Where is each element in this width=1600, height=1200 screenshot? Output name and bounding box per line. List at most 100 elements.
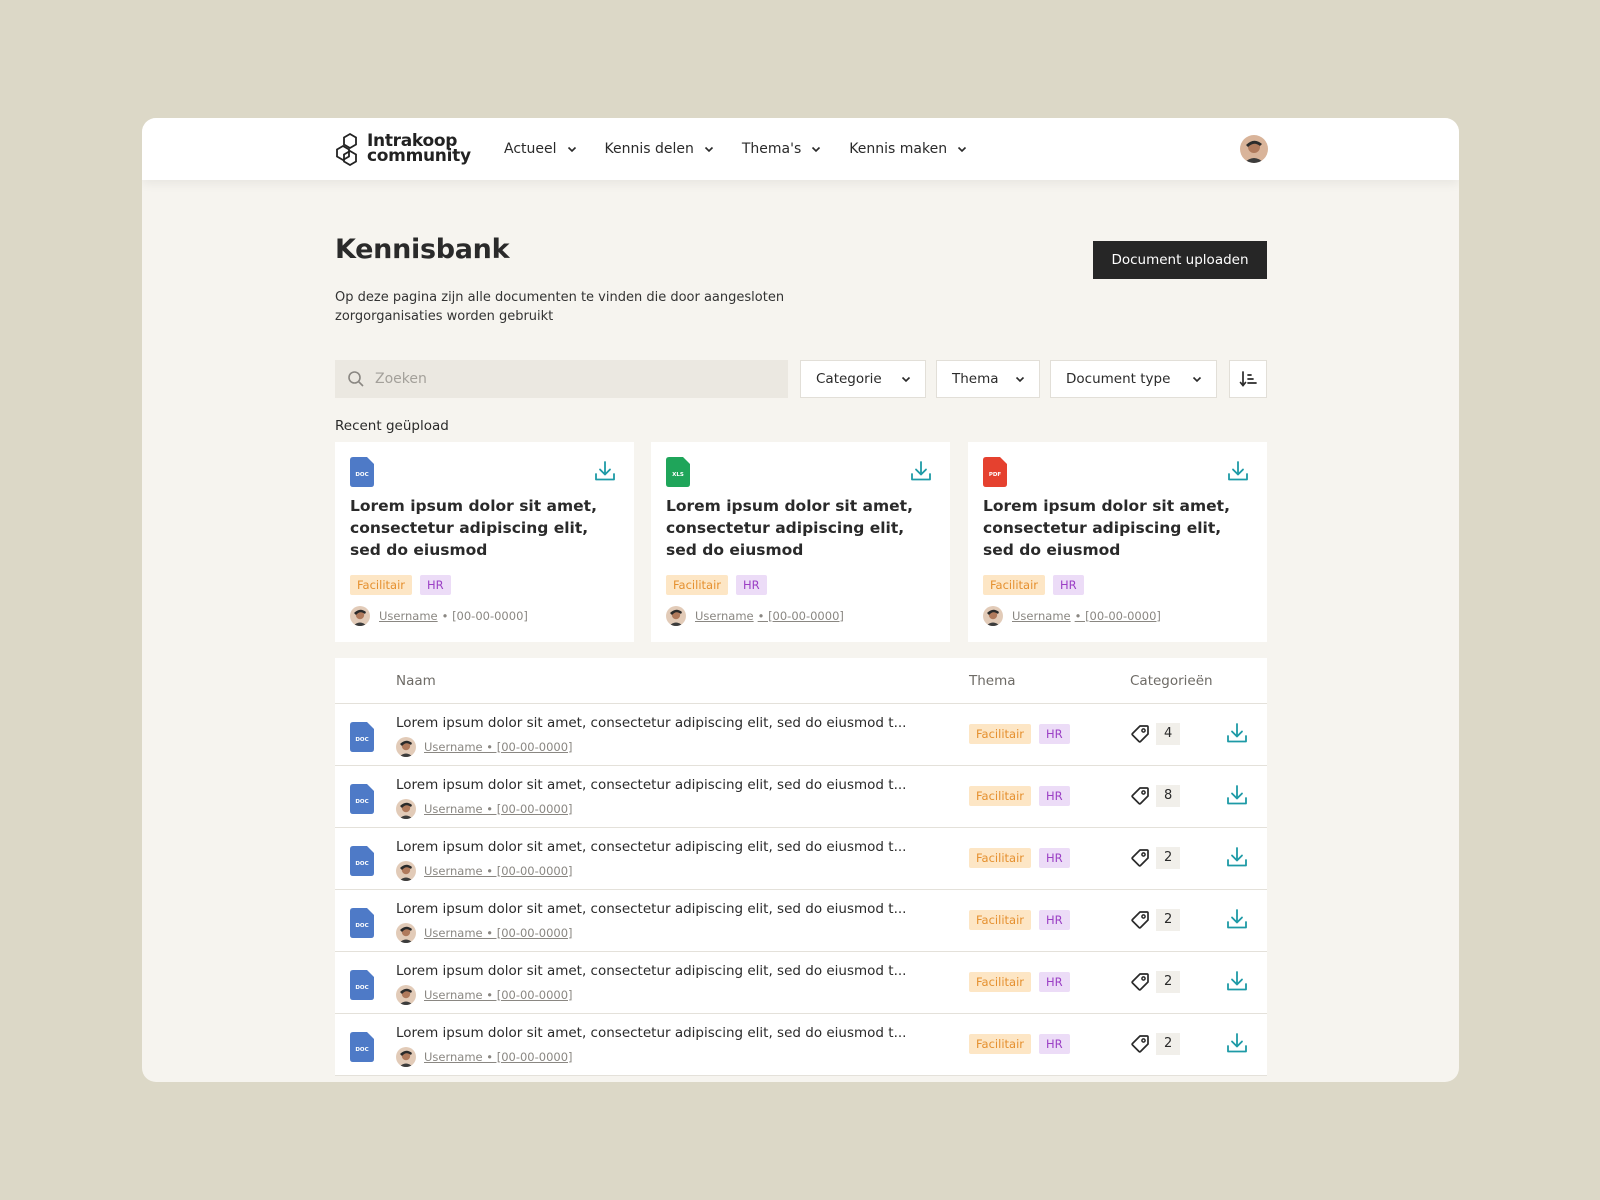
card-title[interactable]: Lorem ipsum dolor sit amet, consectetur …	[350, 495, 612, 561]
user-avatar[interactable]	[1240, 135, 1268, 163]
tag-icon	[1131, 725, 1149, 743]
tag-facilitair[interactable]: Facilitair	[969, 848, 1031, 868]
username-date-link[interactable]: Username • [00-00-0000]	[424, 740, 573, 754]
row-title[interactable]: Lorem ipsum dolor sit amet, consectetur …	[396, 839, 931, 855]
download-icon[interactable]	[594, 460, 616, 482]
tag-hr[interactable]: HR	[1039, 972, 1070, 992]
card-title[interactable]: Lorem ipsum dolor sit amet, consectetur …	[666, 495, 928, 561]
table-row[interactable]: DOC Lorem ipsum dolor sit amet, consectet…	[335, 890, 1267, 952]
row-title[interactable]: Lorem ipsum dolor sit amet, consectetur …	[396, 901, 931, 917]
table-row[interactable]: DOC Lorem ipsum dolor sit amet, consectet…	[335, 766, 1267, 828]
download-icon[interactable]	[1226, 784, 1248, 806]
username-date-link[interactable]: Username • [00-00-0000]	[424, 864, 573, 878]
row-title[interactable]: Lorem ipsum dolor sit amet, consectetur …	[396, 715, 931, 731]
username-link[interactable]: Username	[1012, 609, 1071, 623]
tag-hr[interactable]: HR	[420, 575, 451, 595]
username-date-link[interactable]: Username • [00-00-0000]	[424, 1050, 573, 1064]
recent-card[interactable]: DOC Lorem ipsum dolor sit amet, consecte…	[335, 442, 634, 642]
tag-facilitair[interactable]: Facilitair	[666, 575, 728, 595]
tag-hr[interactable]: HR	[1039, 910, 1070, 930]
nav-item-kennis-delen[interactable]: Kennis delen	[605, 141, 714, 157]
username-date-link[interactable]: Username • [00-00-0000]	[424, 988, 573, 1002]
row-categories[interactable]: 2	[1130, 847, 1181, 869]
download-icon[interactable]	[1226, 908, 1248, 930]
recent-card[interactable]: PDF Lorem ipsum dolor sit amet, consecte…	[968, 442, 1267, 642]
nav-menu: Actueel Kennis delen Thema's Kennis make…	[504, 118, 995, 180]
row-meta: Username • [00-00-0000]	[396, 737, 573, 757]
column-header-categorieen[interactable]: Categorieën	[1130, 673, 1213, 689]
tag-hr[interactable]: HR	[1039, 848, 1070, 868]
doc-file-icon: DOC	[350, 970, 374, 1000]
row-title[interactable]: Lorem ipsum dolor sit amet, consectetur …	[396, 777, 931, 793]
row-categories[interactable]: 2	[1130, 909, 1181, 931]
tag-facilitair[interactable]: Facilitair	[969, 1034, 1031, 1054]
filter-categorie-dropdown[interactable]: Categorie	[800, 360, 926, 398]
document-upload-button[interactable]: Document uploaden	[1093, 241, 1267, 279]
pdf-file-icon: PDF	[983, 457, 1007, 487]
file-type-label: DOC	[355, 923, 368, 929]
username-date-link[interactable]: Username • [00-00-0000]	[424, 926, 573, 940]
filter-document-type-dropdown[interactable]: Document type	[1050, 360, 1217, 398]
tag-hr[interactable]: HR	[1039, 724, 1070, 744]
row-title[interactable]: Lorem ipsum dolor sit amet, consectetur …	[396, 1025, 931, 1041]
nav-item-label: Kennis delen	[604, 141, 694, 157]
file-type-label: DOC	[355, 1047, 368, 1053]
card-meta: Username • [00-00-0000]	[350, 606, 528, 626]
tag-facilitair[interactable]: Facilitair	[969, 786, 1031, 806]
tag-facilitair[interactable]: Facilitair	[969, 972, 1031, 992]
table-row[interactable]: DOC Lorem ipsum dolor sit amet, consectet…	[335, 704, 1267, 766]
nav-item-actueel[interactable]: Actueel	[504, 141, 577, 157]
card-meta: Username • [00-00-0000]	[983, 606, 1161, 626]
row-title[interactable]: Lorem ipsum dolor sit amet, consectetur …	[396, 963, 931, 979]
download-icon[interactable]	[1227, 460, 1249, 482]
column-header-naam[interactable]: Naam	[396, 673, 436, 689]
row-meta: Username • [00-00-0000]	[396, 799, 573, 819]
upload-date: • [00-00-0000]	[1074, 609, 1161, 623]
filter-label: Thema	[952, 371, 999, 387]
tag-hr[interactable]: HR	[1039, 786, 1070, 806]
logo[interactable]: Intrakoop community	[335, 132, 471, 166]
row-categories[interactable]: 2	[1130, 1033, 1181, 1055]
nav-item-themas[interactable]: Thema's	[742, 141, 821, 157]
sort-button[interactable]	[1229, 360, 1267, 398]
tag-facilitair[interactable]: Facilitair	[969, 910, 1031, 930]
category-count: 4	[1156, 723, 1181, 745]
table-row[interactable]: DOC Lorem ipsum dolor sit amet, consectet…	[335, 952, 1267, 1014]
tag-hr[interactable]: HR	[736, 575, 767, 595]
file-type-label: DOC	[355, 985, 368, 991]
download-icon[interactable]	[1226, 846, 1248, 868]
username-link[interactable]: Username	[379, 609, 438, 623]
download-icon[interactable]	[1226, 970, 1248, 992]
table-row[interactable]: DOC Lorem ipsum dolor sit amet, consectet…	[335, 1014, 1267, 1076]
logo-text: Intrakoop community	[367, 133, 471, 166]
avatar	[396, 861, 416, 881]
avatar-image	[1240, 135, 1268, 163]
download-icon[interactable]	[1226, 722, 1248, 744]
tag-hr[interactable]: HR	[1053, 575, 1084, 595]
tag-hr[interactable]: HR	[1039, 1034, 1070, 1054]
download-icon[interactable]	[1226, 1032, 1248, 1054]
doc-file-icon: DOC	[350, 908, 374, 938]
filter-label: Categorie	[816, 371, 882, 387]
download-icon[interactable]	[910, 460, 932, 482]
row-categories[interactable]: 4	[1130, 723, 1181, 745]
row-categories[interactable]: 8	[1130, 785, 1181, 807]
table-body: DOC Lorem ipsum dolor sit amet, consectet…	[335, 704, 1267, 1076]
column-header-thema[interactable]: Thema	[969, 673, 1016, 689]
tag-facilitair[interactable]: Facilitair	[350, 575, 412, 595]
filter-thema-dropdown[interactable]: Thema	[936, 360, 1040, 398]
search-input[interactable]	[373, 370, 777, 388]
username-date-link[interactable]: Username • [00-00-0000]	[424, 802, 573, 816]
table-row[interactable]: DOC Lorem ipsum dolor sit amet, consectet…	[335, 828, 1267, 890]
tag-facilitair[interactable]: Facilitair	[983, 575, 1045, 595]
username-link[interactable]: Username	[695, 609, 754, 623]
category-count: 8	[1156, 785, 1181, 807]
row-categories[interactable]: 2	[1130, 971, 1181, 993]
recent-card[interactable]: XLS Lorem ipsum dolor sit amet, consecte…	[651, 442, 950, 642]
nav-item-kennis-maken[interactable]: Kennis maken	[849, 141, 967, 157]
tag-facilitair[interactable]: Facilitair	[969, 724, 1031, 744]
row-tags: Facilitair HR	[969, 1034, 1078, 1054]
card-title[interactable]: Lorem ipsum dolor sit amet, consectetur …	[983, 495, 1245, 561]
tag-icon	[1131, 911, 1149, 929]
logo-line-2: community	[367, 146, 471, 166]
